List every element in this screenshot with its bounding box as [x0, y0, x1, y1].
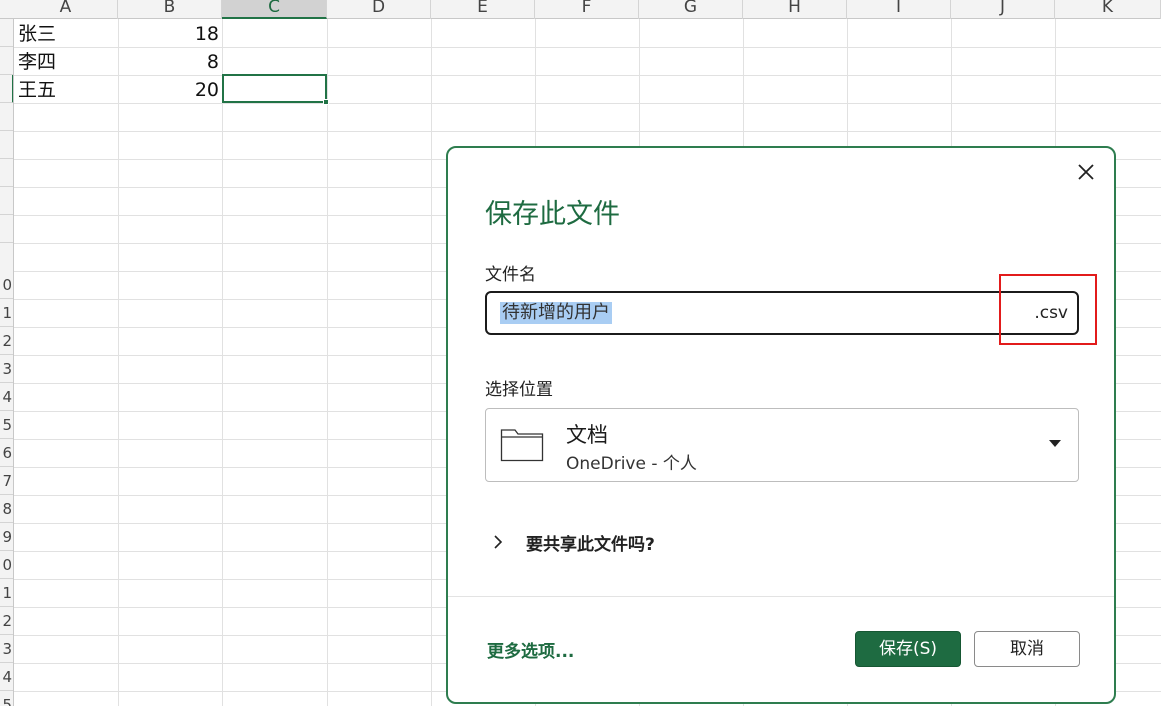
gridline	[222, 19, 223, 706]
filename-label: 文件名	[485, 265, 536, 285]
row-header[interactable]: 0	[0, 551, 13, 579]
save-file-dialog: 保存此文件 文件名 待新增的用户 .csv 选择位置 文档 OneDrive -…	[446, 146, 1116, 704]
row-header[interactable]: 8	[0, 495, 13, 523]
filename-input[interactable]: 待新增的用户 .csv	[485, 291, 1079, 335]
row-header[interactable]	[0, 187, 13, 215]
column-header-g[interactable]: G	[639, 0, 743, 19]
row-header-column: 0 1 2 3 4 5 6 7 8 9 0 1 2 3 4 5	[0, 19, 14, 706]
divider	[448, 596, 1114, 597]
cell-a1[interactable]: 张三	[14, 20, 118, 48]
column-header-c[interactable]: C	[222, 0, 327, 19]
gridline	[327, 19, 328, 706]
chevron-down-icon	[1049, 440, 1061, 447]
column-header-k[interactable]: K	[1055, 0, 1161, 19]
row-header[interactable]: 3	[0, 635, 13, 663]
column-header-f[interactable]: F	[535, 0, 639, 19]
fill-handle[interactable]	[323, 99, 329, 105]
row-header[interactable]	[0, 103, 13, 131]
row-header[interactable]	[0, 215, 13, 243]
row-header[interactable]	[0, 131, 13, 159]
location-provider: OneDrive - 个人	[566, 454, 697, 474]
location-name: 文档	[566, 423, 608, 447]
column-header-j[interactable]: J	[951, 0, 1055, 19]
location-dropdown[interactable]: 文档 OneDrive - 个人	[485, 408, 1079, 482]
save-button[interactable]: 保存(S)	[855, 631, 961, 667]
column-header-e[interactable]: E	[431, 0, 535, 19]
row-header[interactable]	[0, 159, 13, 187]
cell-a3[interactable]: 王五	[14, 76, 118, 104]
chevron-right-icon	[494, 535, 503, 549]
row-header[interactable]	[0, 75, 13, 103]
row-header[interactable]: 2	[0, 607, 13, 635]
gridline	[14, 131, 1161, 132]
share-file-label: 要共享此文件吗?	[526, 535, 655, 555]
gridline	[118, 19, 119, 706]
row-header[interactable]: 5	[0, 691, 13, 706]
close-icon	[1078, 164, 1094, 180]
extension-highlight-box	[999, 274, 1097, 345]
row-header[interactable]: 6	[0, 439, 13, 467]
row-header[interactable]: 1	[0, 299, 13, 327]
row-header[interactable]: 7	[0, 467, 13, 495]
location-label: 选择位置	[485, 380, 553, 400]
row-header[interactable]: 5	[0, 411, 13, 439]
column-header-row: A B C D E F G H I J K	[0, 0, 1161, 19]
cell-a2[interactable]: 李四	[14, 48, 118, 76]
dialog-title: 保存此文件	[485, 199, 620, 230]
row-header[interactable]: 1	[0, 579, 13, 607]
cancel-button[interactable]: 取消	[974, 631, 1080, 667]
close-button[interactable]	[1072, 158, 1100, 186]
row-header[interactable]	[0, 19, 13, 47]
row-header[interactable]: 0	[0, 271, 13, 299]
more-options-link[interactable]: 更多选项...	[487, 637, 574, 662]
column-header-i[interactable]: I	[847, 0, 951, 19]
cell-b2[interactable]: 8	[118, 48, 222, 76]
row-header[interactable]	[0, 47, 13, 75]
gridline	[431, 19, 432, 706]
column-header-d[interactable]: D	[327, 0, 431, 19]
folder-icon	[500, 429, 544, 462]
column-header-h[interactable]: H	[743, 0, 847, 19]
cell-b1[interactable]: 18	[118, 20, 222, 48]
row-header[interactable]: 2	[0, 327, 13, 355]
row-header[interactable]: 3	[0, 355, 13, 383]
cell-b3[interactable]: 20	[118, 76, 222, 104]
row-header[interactable]: 4	[0, 663, 13, 691]
column-header-b[interactable]: B	[118, 0, 222, 19]
row-header[interactable]: 9	[0, 523, 13, 551]
active-cell-c3[interactable]	[222, 74, 327, 103]
filename-value[interactable]: 待新增的用户	[500, 302, 612, 324]
row-header[interactable]: 4	[0, 383, 13, 411]
column-header-a[interactable]: A	[14, 0, 118, 19]
